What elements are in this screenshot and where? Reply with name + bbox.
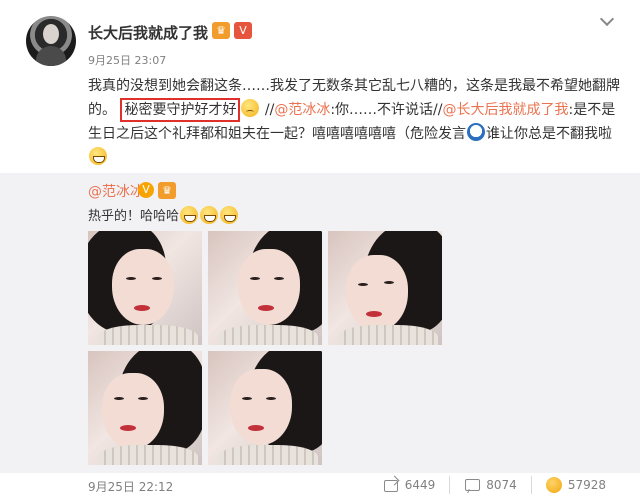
- mention-link[interactable]: @范冰冰: [274, 102, 330, 118]
- post-text-part3: :你……不许说话//: [330, 102, 443, 118]
- comment-count: 8074: [486, 478, 517, 492]
- crown-badge-icon[interactable]: ♛: [158, 182, 176, 199]
- photo-eye-left: [242, 397, 252, 400]
- like-icon: [545, 477, 562, 493]
- sad-emoji-icon: [241, 99, 260, 117]
- grin-emoji-icon: [200, 205, 219, 224]
- photo-2[interactable]: [208, 231, 322, 345]
- photo-eye-right: [152, 277, 162, 280]
- photo-eye-left: [250, 277, 260, 280]
- forward-count: 6449: [404, 478, 436, 492]
- photo-eye-right: [274, 277, 284, 280]
- comment-icon: [464, 478, 481, 492]
- photo-eye-left: [114, 397, 124, 400]
- like-count: 57928: [567, 478, 606, 492]
- repost-timestamp[interactable]: 9月25日 22:12: [88, 478, 173, 495]
- highlight-box: 秘密要守护好才好: [120, 98, 241, 122]
- photo-grid: [88, 231, 448, 471]
- photo-shirt: [218, 325, 318, 345]
- crown-badge-icon[interactable]: ♛: [212, 22, 230, 39]
- ghost-emoji-icon: [467, 123, 485, 141]
- grin-emoji-icon: [220, 205, 239, 224]
- photo-lips: [248, 425, 264, 431]
- photo-lips: [120, 425, 136, 431]
- photo-lips: [366, 311, 382, 317]
- photo-shirt: [98, 445, 198, 465]
- comment-button[interactable]: 8074: [449, 476, 531, 494]
- photo-5[interactable]: [208, 351, 322, 465]
- repost-badges: V ♛: [138, 182, 176, 199]
- avatar-face: [43, 24, 59, 44]
- user-badges: ♛ V: [212, 22, 252, 39]
- forward-icon: [383, 478, 399, 492]
- post-text: 我真的没想到她会翻这条……我发了无数条其它乱七八糟的，这条是我最不希望她翻牌的。…: [88, 74, 628, 170]
- mention-link[interactable]: @长大后我就成了我: [443, 102, 569, 118]
- photo-face: [230, 369, 292, 445]
- post-text-part5: 谁让你总是不翻我啦: [486, 126, 612, 142]
- photo-eye-right: [266, 397, 276, 400]
- user-avatar[interactable]: [26, 16, 76, 66]
- photo-1[interactable]: [88, 231, 202, 345]
- like-button[interactable]: 57928: [530, 476, 620, 494]
- photo-face: [346, 255, 408, 331]
- action-bar: 6449 8074 57928: [369, 476, 620, 494]
- photo-eye-right: [384, 281, 394, 284]
- photo-lips: [134, 305, 150, 311]
- photo-4[interactable]: [88, 351, 202, 465]
- photo-shirt: [218, 445, 318, 465]
- repost-container: @范冰冰 V ♛ 热乎的！哈哈哈: [0, 173, 640, 473]
- post-timestamp[interactable]: 9月25日 23:07: [88, 52, 166, 68]
- weibo-post: 长大后我就成了我 ♛ V 9月25日 23:07 我真的没想到她会翻这条……我发…: [0, 0, 640, 500]
- repost-text-content: 热乎的！哈哈哈: [88, 209, 180, 224]
- repost-username[interactable]: @范冰冰: [88, 181, 144, 201]
- photo-eye-left: [358, 283, 368, 286]
- photo-eye-right: [138, 397, 148, 400]
- photo-face: [238, 249, 300, 325]
- photo-face: [112, 249, 174, 325]
- photo-shirt: [98, 325, 198, 345]
- photo-lips: [258, 305, 274, 311]
- grin-emoji-icon: [89, 147, 107, 165]
- chevron-down-icon[interactable]: [600, 14, 614, 28]
- verified-badge-icon[interactable]: V: [138, 182, 154, 198]
- grin-emoji-icon: [180, 205, 199, 224]
- photo-shirt: [338, 325, 438, 345]
- avatar-body: [36, 46, 66, 66]
- forward-button[interactable]: 6449: [369, 476, 450, 494]
- post-text-part2: //: [264, 102, 275, 118]
- photo-eye-left: [126, 277, 136, 280]
- repost-text: 热乎的！哈哈哈: [88, 205, 239, 224]
- photo-3[interactable]: [328, 231, 442, 345]
- vip-badge-icon[interactable]: V: [234, 22, 252, 39]
- username[interactable]: 长大后我就成了我: [88, 22, 208, 43]
- photo-face: [102, 373, 164, 449]
